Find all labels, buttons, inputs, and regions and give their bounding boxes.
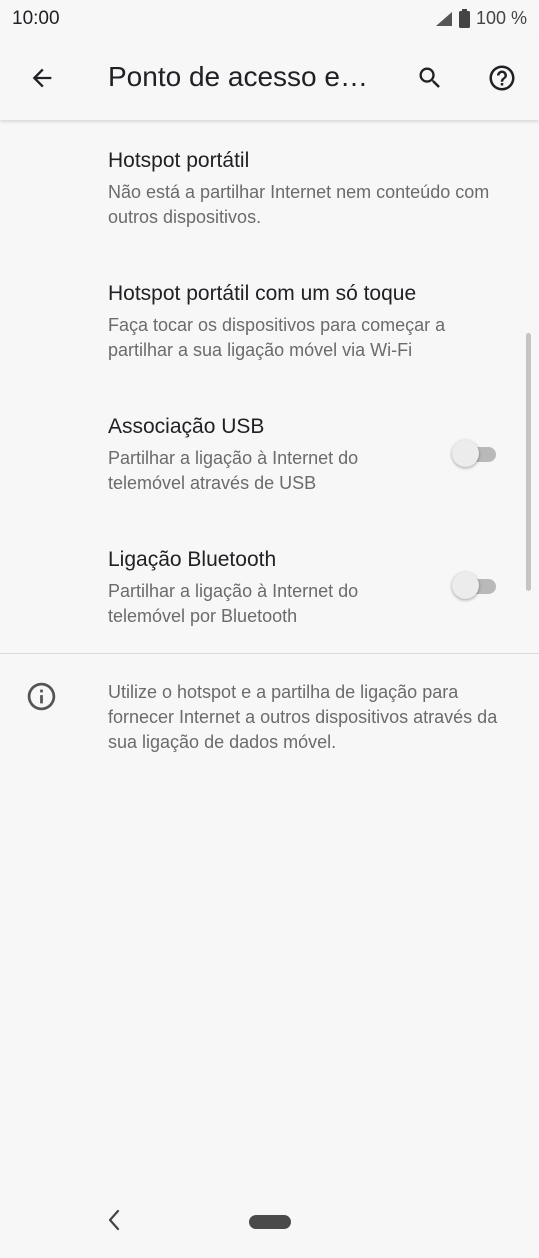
nav-back-icon — [106, 1208, 122, 1237]
setting-title: Hotspot portátil com um só toque — [108, 282, 417, 305]
setting-bluetooth-tethering[interactable]: Ligação Bluetooth Partilhar a ligação à … — [0, 538, 539, 648]
setting-usb-tethering[interactable]: Associação USB Partilhar a ligação à Int… — [0, 405, 539, 515]
back-arrow-icon — [28, 64, 56, 97]
toggle-thumb — [452, 440, 479, 467]
setting-title: Associação USB — [108, 415, 265, 438]
status-bar: 10:00 100 % — [0, 0, 539, 38]
info-icon — [25, 680, 58, 718]
nav-back-button[interactable] — [100, 1208, 128, 1236]
search-button[interactable] — [410, 60, 450, 100]
setting-title: Ligação Bluetooth — [108, 548, 277, 571]
signal-icon — [435, 11, 453, 27]
home-pill-icon[interactable] — [249, 1215, 291, 1229]
help-button[interactable] — [482, 60, 522, 100]
search-icon — [416, 64, 444, 97]
page-title: Ponto de acesso e… — [108, 61, 368, 92]
setting-one-touch-hotspot[interactable]: Hotspot portátil com um só toque Faça to… — [0, 272, 539, 382]
help-icon — [487, 63, 517, 98]
toggle-thumb — [452, 572, 479, 599]
setting-summary: Não está a partilhar Internet nem conteú… — [108, 182, 490, 227]
navigation-bar — [0, 1188, 539, 1258]
scrollbar[interactable] — [526, 333, 531, 591]
setting-summary: Partilhar a ligação à Internet do telemó… — [108, 448, 359, 493]
setting-portable-hotspot[interactable]: Hotspot portátil Não está a partilhar In… — [0, 140, 539, 250]
footer-info-text: Utilize o hotspot e a partilha de ligaçã… — [108, 682, 498, 752]
battery-percentage: 100 % — [475, 8, 527, 28]
app-bar: Ponto de acesso e… — [0, 38, 539, 120]
setting-title: Hotspot portátil — [108, 149, 250, 172]
setting-summary: Partilhar a ligação à Internet do telemó… — [108, 581, 359, 626]
status-indicators: 100 % — [435, 8, 527, 29]
divider — [0, 653, 539, 654]
bluetooth-tethering-toggle[interactable] — [452, 571, 500, 601]
setting-summary: Faça tocar os dispositivos para começar … — [108, 315, 446, 360]
usb-tethering-toggle[interactable] — [452, 439, 500, 469]
back-button[interactable] — [22, 60, 62, 100]
battery-icon — [458, 9, 470, 28]
status-time: 10:00 — [12, 8, 60, 29]
